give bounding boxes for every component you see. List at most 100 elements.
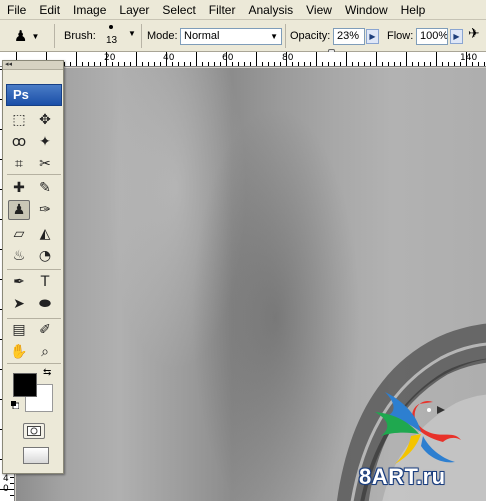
ruler-tick: [178, 62, 179, 66]
airbrush-icon[interactable]: ✈: [468, 26, 486, 46]
brush-picker[interactable]: 13 ▼: [104, 25, 138, 49]
ruler-tick: [202, 62, 203, 66]
parrot-logo: [375, 392, 461, 464]
menu-analysis[interactable]: Analysis: [241, 0, 299, 20]
ruler-tick: [106, 52, 107, 66]
flow-input[interactable]: 100%: [416, 28, 448, 45]
divider: [7, 318, 61, 319]
tool-options-bar: ♟ ▼ Brush: 13 ▼ Mode: Normal ▼ Opacity: …: [0, 20, 486, 60]
menu-view[interactable]: View: [299, 0, 338, 20]
default-colors-icon[interactable]: [11, 401, 19, 409]
clone-stamp-tool-icon[interactable]: ♟: [8, 200, 30, 220]
flow-slider-toggle[interactable]: ▶: [450, 29, 463, 44]
watermark: 8ART.ru: [355, 392, 480, 492]
dodge-tool-icon[interactable]: ◔: [34, 246, 56, 266]
ruler-tick: [274, 62, 275, 66]
history-brush-tool-icon[interactable]: ✑: [34, 200, 56, 220]
ruler-tick: [328, 62, 329, 66]
menu-bar: File Edit Image Layer Select Filter Anal…: [0, 0, 486, 20]
ruler-tick: [10, 483, 14, 484]
swap-colors-icon[interactable]: ⇆: [43, 367, 51, 378]
crop-tool-icon[interactable]: ⌗: [8, 154, 30, 174]
chevron-down-icon: ▼: [128, 29, 136, 38]
ruler-tick: [424, 62, 425, 66]
horizontal-ruler: 20 40 60 80 140: [0, 52, 486, 67]
opacity-slider-toggle[interactable]: ▶: [366, 29, 379, 44]
toolbox-collapse-grip[interactable]: ◂◂: [3, 61, 63, 70]
zoom-tool-icon[interactable]: ⌕: [34, 342, 56, 362]
ruler-tick: [484, 62, 485, 66]
menu-window[interactable]: Window: [338, 0, 394, 20]
screen-mode-button[interactable]: [23, 447, 49, 464]
ruler-tick: [454, 62, 455, 66]
tool-preset-picker[interactable]: ♟ ▼: [14, 25, 40, 47]
notes-tool-icon[interactable]: ▤: [8, 320, 30, 340]
ruler-tick: [166, 52, 167, 66]
ruler-tick: [82, 62, 83, 66]
ruler-tick: [376, 52, 377, 66]
hand-tool-icon[interactable]: ✋: [8, 342, 30, 362]
ruler-tick: [340, 62, 341, 66]
eraser-tool-icon[interactable]: ▱: [8, 224, 30, 244]
ruler-tick: [400, 62, 401, 66]
path-selection-tool-icon[interactable]: ➤: [8, 294, 30, 314]
watermark-text: 8ART.ru: [359, 464, 446, 489]
ruler-tick: [130, 62, 131, 66]
ruler-tick: [154, 62, 155, 66]
mode-select[interactable]: Normal ▼: [180, 28, 282, 45]
ruler-tick: [394, 62, 395, 66]
quick-mask-button[interactable]: [23, 423, 45, 439]
ruler-tick: [64, 62, 65, 66]
brush-tool-icon[interactable]: ✎: [34, 178, 56, 198]
move-tool-icon[interactable]: ✥: [34, 110, 56, 130]
chevron-down-icon: ▼: [270, 32, 278, 41]
menu-help[interactable]: Help: [394, 0, 432, 20]
paint-bucket-tool-icon[interactable]: ◭: [34, 224, 56, 244]
ruler-tick: [370, 62, 371, 66]
menu-edit[interactable]: Edit: [32, 0, 66, 20]
photoshop-logo[interactable]: Ps: [6, 84, 62, 106]
blur-tool-icon[interactable]: ♨: [8, 246, 30, 266]
ruler-tick: [298, 62, 299, 66]
ruler-tick: [244, 62, 245, 66]
brush-size: 13: [106, 35, 118, 46]
ruler-tick: [100, 62, 101, 66]
eyedropper-tool-icon[interactable]: ✐: [34, 320, 56, 340]
lasso-tool-icon[interactable]: ꝏ: [8, 132, 30, 152]
ruler-tick: [88, 62, 89, 66]
menu-image[interactable]: Image: [66, 0, 112, 20]
ruler-tick: [442, 62, 443, 66]
ruler-tick: [10, 495, 14, 496]
menu-file[interactable]: File: [0, 0, 32, 20]
menu-filter[interactable]: Filter: [202, 0, 242, 20]
shape-tool-icon[interactable]: ⬬: [34, 294, 56, 314]
marquee-tool-icon[interactable]: ⬚: [8, 110, 30, 130]
ruler-tick: [220, 62, 221, 66]
slice-tool-icon[interactable]: ✂: [34, 154, 56, 174]
ruler-tick: [460, 62, 461, 66]
ruler-tick: [436, 52, 437, 66]
ruler-tick: [418, 62, 419, 66]
ruler-tick: [268, 62, 269, 66]
ruler-label: 4: [3, 474, 9, 484]
ruler-tick: [412, 62, 413, 66]
ruler-tick: [70, 62, 71, 66]
menu-layer[interactable]: Layer: [112, 0, 155, 20]
flow-label: Flow:: [387, 30, 414, 42]
pen-tool-icon[interactable]: ✒: [8, 272, 30, 292]
ruler-tick: [472, 62, 473, 66]
ruler-tick: [190, 62, 191, 66]
ruler-tick: [292, 62, 293, 66]
opacity-input[interactable]: 23%: [333, 28, 365, 45]
healing-brush-tool-icon[interactable]: ✚: [8, 178, 30, 198]
foreground-color-swatch[interactable]: [13, 373, 37, 397]
menu-select[interactable]: Select: [155, 0, 201, 20]
type-tool-icon[interactable]: T: [34, 272, 56, 292]
ruler-tick: [382, 62, 383, 66]
clone-stamp-preset-icon: ♟: [14, 27, 28, 45]
ruler-tick: [256, 52, 257, 66]
ruler-tick: [238, 62, 239, 66]
magic-wand-tool-icon[interactable]: ✦: [34, 132, 56, 152]
mode-label: Mode:: [147, 30, 178, 42]
ruler-tick: [280, 62, 281, 66]
